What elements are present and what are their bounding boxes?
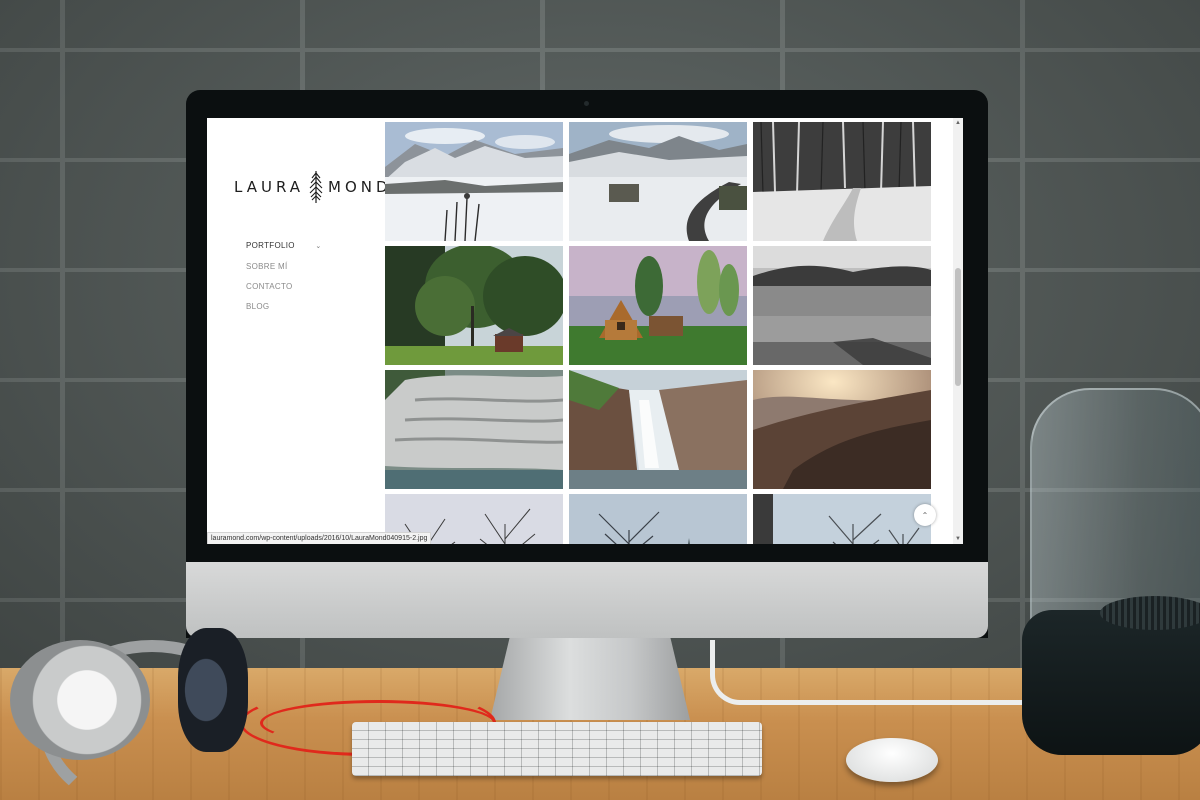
- desk-scene: LAURA MOND PORTFOLIO ⌄ SOBRE MÍ CONTACTO: [0, 0, 1200, 800]
- sidebar: LAURA MOND PORTFOLIO ⌄ SOBRE MÍ CONTACTO: [207, 118, 388, 544]
- site-logo[interactable]: LAURA MOND: [234, 170, 392, 204]
- power-cable: [710, 640, 1035, 705]
- nav-label: PORTFOLIO: [246, 241, 295, 250]
- photo-sunset-over-rocky-hills: [753, 370, 931, 489]
- headphone-right-cup: [178, 628, 248, 752]
- gallery-photo[interactable]: [569, 370, 747, 489]
- speaker-dome: [1030, 388, 1200, 632]
- photo-lake-with-wooden-pier: [753, 246, 931, 365]
- gallery-photo[interactable]: [385, 122, 563, 241]
- monitor-chin: [186, 562, 988, 638]
- nav-label: BLOG: [246, 302, 270, 311]
- photo-snowy-mountain-valley: [385, 122, 563, 241]
- gallery-photo[interactable]: [569, 246, 747, 365]
- gallery-photo[interactable]: [753, 494, 931, 544]
- browser-viewport: LAURA MOND PORTFOLIO ⌄ SOBRE MÍ CONTACTO: [207, 118, 963, 544]
- headphone-left-cup: [10, 640, 150, 760]
- photo-rocky-river-gorge: [385, 370, 563, 489]
- link-status-bar: lauramond.com/wp-content/uploads/2016/10…: [207, 532, 432, 544]
- gallery-photo[interactable]: [569, 122, 747, 241]
- gallery-photo[interactable]: [753, 122, 931, 241]
- gallery-photo[interactable]: [385, 370, 563, 489]
- mouse: [846, 738, 938, 782]
- keyboard: [352, 722, 762, 776]
- scrollbar-thumb[interactable]: [955, 268, 961, 386]
- page-scrollbar[interactable]: ▲ ▼: [953, 118, 963, 544]
- monitor-stand: [490, 636, 690, 720]
- back-to-top-button[interactable]: ⌃: [914, 504, 936, 526]
- nav-label: SOBRE MÍ: [246, 262, 288, 271]
- photo-waterfall-on-cliffs: [569, 370, 747, 489]
- gallery-photo[interactable]: [753, 370, 931, 489]
- nav-label: CONTACTO: [246, 282, 293, 291]
- photo-gallery: [385, 122, 935, 544]
- gallery-photo[interactable]: [569, 494, 747, 544]
- gallery-photo[interactable]: [753, 246, 931, 365]
- speaker-grill: [1100, 596, 1200, 630]
- logo-text-left: LAURA: [234, 178, 305, 196]
- pine-tree-icon: [309, 171, 323, 203]
- nav-item-sobre-mi[interactable]: SOBRE MÍ: [246, 257, 322, 277]
- chevron-up-icon: ⌃: [921, 510, 929, 520]
- nav-item-blog[interactable]: BLOG: [246, 297, 322, 317]
- scroll-up-icon[interactable]: ▲: [955, 120, 961, 126]
- photo-wooden-a-frame-cabin: [569, 246, 747, 365]
- chevron-down-icon[interactable]: ⌄: [315, 237, 321, 257]
- photo-foggy-forest: [753, 494, 931, 544]
- speaker-base: [1022, 610, 1200, 755]
- photo-snowy-mountain-road: [569, 122, 747, 241]
- main-nav: PORTFOLIO ⌄ SOBRE MÍ CONTACTO BLOG: [246, 236, 322, 317]
- nav-item-contacto[interactable]: CONTACTO: [246, 277, 322, 297]
- nav-item-portfolio[interactable]: PORTFOLIO ⌄: [246, 236, 322, 257]
- gallery-photo[interactable]: [385, 246, 563, 365]
- photo-snowy-forest-path: [753, 122, 931, 241]
- scroll-down-icon[interactable]: ▼: [955, 536, 961, 542]
- camera-icon: [584, 101, 589, 106]
- photo-misty-tree: [569, 494, 747, 544]
- photo-forest-with-cabin: [385, 246, 563, 365]
- logo-text-right: MOND: [328, 178, 392, 196]
